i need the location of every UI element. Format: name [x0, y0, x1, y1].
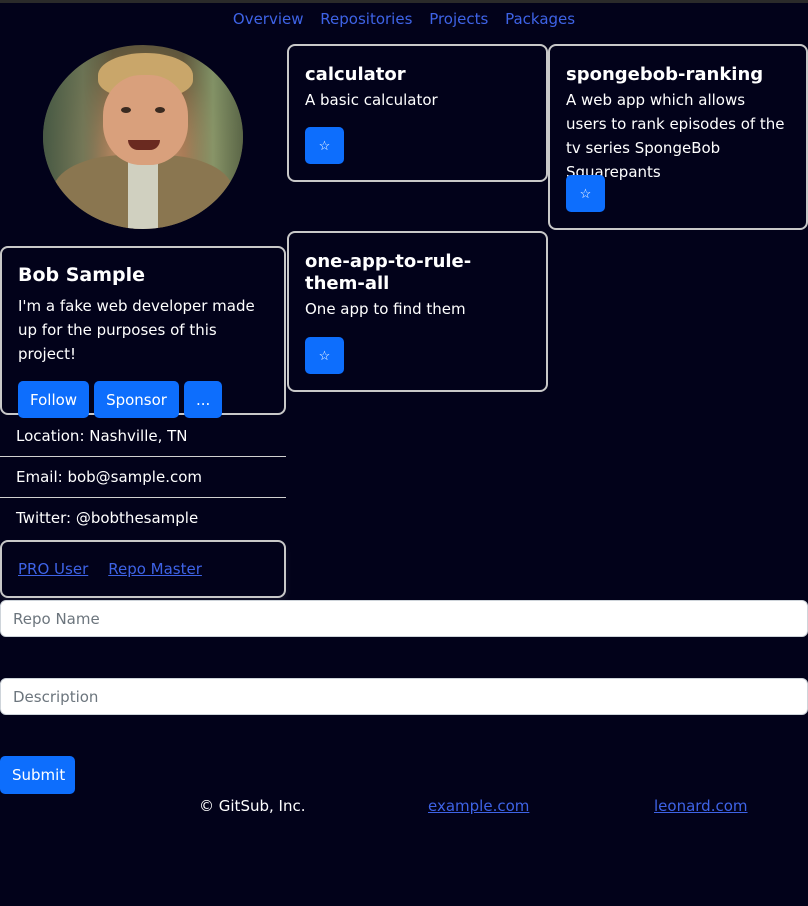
footer-copyright: © GitSub, Inc. [199, 797, 306, 815]
repo-description: One app to find them [305, 300, 466, 318]
footer: © GitSub, Inc. example.com leonard.com [0, 797, 808, 817]
star-icon: ☆ [318, 347, 331, 363]
top-nav: Overview Repositories Projects Packages [0, 10, 808, 28]
star-icon: ☆ [318, 137, 331, 153]
profile-actions: Follow Sponsor ... [18, 381, 268, 418]
description-input[interactable] [0, 678, 808, 715]
footer-link-leonard[interactable]: leonard.com [654, 797, 748, 815]
repo-name[interactable]: spongebob-ranking [566, 64, 790, 86]
repo-name-input[interactable] [0, 600, 808, 637]
repo-description: A basic calculator [305, 91, 438, 109]
nav-packages[interactable]: Packages [505, 10, 575, 28]
avatar [43, 45, 243, 229]
nav-overview[interactable]: Overview [233, 10, 304, 28]
profile-card: Bob Sample I'm a fake web developer made… [0, 246, 286, 418]
badge-repo-master[interactable]: Repo Master [108, 560, 202, 578]
twitter-info: Twitter: @bobthesample [16, 509, 199, 527]
repo-card-spongebob-ranking: spongebob-ranking A web app which allows… [548, 44, 808, 230]
star-button[interactable]: ☆ [566, 175, 605, 212]
star-icon: ☆ [579, 185, 592, 201]
profile-bio: I'm a fake web developer made up for the… [18, 297, 255, 363]
top-border [0, 0, 808, 3]
repo-card-one-app: one-app-to-rule-them-all One app to find… [287, 231, 548, 392]
footer-link-example[interactable]: example.com [428, 797, 529, 815]
repo-description: A web app which allows users to rank epi… [566, 91, 785, 181]
location-info: Location: Nashville, TN [0, 416, 286, 457]
badges-card: PRO User Repo Master [0, 540, 286, 598]
more-button[interactable]: ... [183, 381, 223, 418]
repo-card-calculator: calculator A basic calculator ☆ [287, 44, 548, 182]
repo-name[interactable]: calculator [305, 64, 530, 86]
submit-button[interactable]: Submit [0, 756, 75, 794]
repo-name[interactable]: one-app-to-rule-them-all [305, 251, 530, 295]
nav-projects[interactable]: Projects [429, 10, 488, 28]
profile-name: Bob Sample [18, 264, 146, 286]
badge-pro-user[interactable]: PRO User [18, 560, 88, 578]
email-info: Email: bob@sample.com [0, 457, 286, 498]
star-button[interactable]: ☆ [305, 127, 344, 164]
star-button[interactable]: ☆ [305, 337, 344, 374]
follow-button[interactable]: Follow [18, 381, 90, 418]
nav-repositories[interactable]: Repositories [320, 10, 412, 28]
sponsor-button[interactable]: Sponsor [94, 381, 179, 418]
